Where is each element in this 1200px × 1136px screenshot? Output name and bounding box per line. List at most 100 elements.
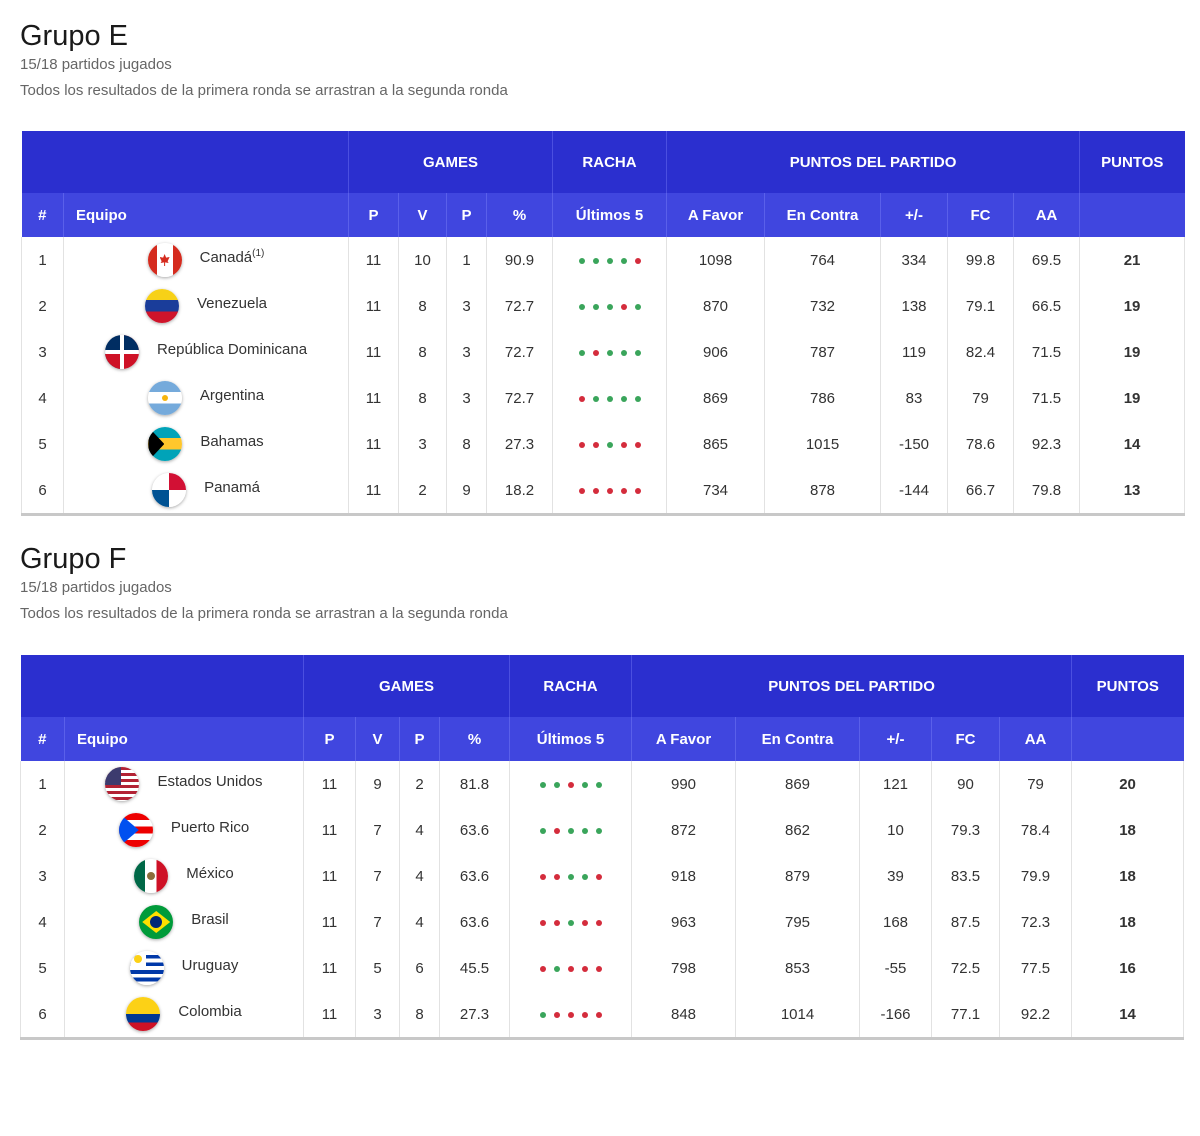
points-against-cell: 869 bbox=[735, 761, 860, 807]
col-points-against[interactable]: En Contra bbox=[735, 717, 860, 761]
team-name[interactable]: República Dominicana bbox=[157, 341, 307, 358]
points-for-cell: 798 bbox=[631, 945, 736, 991]
table-row[interactable]: 4 Brasil 11 7 4 63.6 963 795 168 87.5 72… bbox=[20, 899, 1185, 945]
col-lost[interactable]: P bbox=[446, 193, 487, 237]
loss-dot bbox=[620, 303, 627, 310]
win-dot bbox=[620, 349, 627, 356]
col-percent[interactable]: % bbox=[485, 193, 553, 237]
uruguay-flag-icon bbox=[129, 951, 164, 985]
lost-cell: 9 bbox=[446, 467, 487, 515]
table-row[interactable]: 4 Argentina 11 8 3 72.7 869 786 83 79 71… bbox=[21, 375, 1186, 421]
team-cell[interactable]: Uruguay bbox=[64, 945, 304, 991]
col-points-for[interactable]: A Favor bbox=[631, 717, 736, 761]
group-title: Grupo E bbox=[20, 20, 128, 52]
aa-cell: 79 bbox=[999, 761, 1072, 807]
points-for-cell: 848 bbox=[631, 991, 736, 1039]
table-row[interactable]: 6 Panamá 11 2 9 18.2 734 878 -144 66.7 7… bbox=[21, 467, 1186, 515]
col-fc[interactable]: FC bbox=[947, 193, 1014, 237]
table-row[interactable]: 1 Canadá(1) 11 10 1 90.9 1098 764 334 99… bbox=[21, 237, 1186, 283]
team-name[interactable]: Estados Unidos bbox=[157, 773, 262, 790]
diff-cell: 39 bbox=[859, 853, 932, 899]
loss-dot bbox=[606, 487, 613, 494]
col-rank[interactable]: # bbox=[20, 717, 65, 761]
aa-cell: 71.5 bbox=[1013, 375, 1080, 421]
team-cell[interactable]: República Dominicana bbox=[63, 329, 349, 375]
team-name[interactable]: Brasil bbox=[191, 911, 229, 928]
bahamas-flag-icon bbox=[148, 427, 183, 461]
table-row[interactable]: 2 Puerto Rico 11 7 4 63.6 872 862 10 79.… bbox=[20, 807, 1185, 853]
col-percent[interactable]: % bbox=[438, 717, 510, 761]
col-aa[interactable]: AA bbox=[1013, 193, 1080, 237]
diff-cell: 121 bbox=[859, 761, 932, 807]
lost-cell: 6 bbox=[399, 945, 440, 991]
win-dot bbox=[595, 781, 602, 788]
won-cell: 7 bbox=[355, 899, 400, 945]
played-cell: 11 bbox=[348, 375, 399, 421]
col-diff[interactable]: +/- bbox=[859, 717, 932, 761]
venezuela-flag-icon bbox=[144, 289, 179, 323]
col-aa[interactable]: AA bbox=[999, 717, 1072, 761]
col-lost[interactable]: P bbox=[399, 717, 440, 761]
col-last-5[interactable]: Últimos 5 bbox=[552, 193, 667, 237]
played-cell: 11 bbox=[303, 853, 356, 899]
team-cell[interactable]: Colombia bbox=[64, 991, 304, 1039]
team-cell[interactable]: Argentina bbox=[63, 375, 349, 421]
team-cell[interactable]: Canadá(1) bbox=[63, 237, 349, 283]
col-diff[interactable]: +/- bbox=[880, 193, 948, 237]
fc-cell: 99.8 bbox=[947, 237, 1014, 283]
played-cell: 11 bbox=[303, 899, 356, 945]
lost-cell: 4 bbox=[399, 853, 440, 899]
table-row[interactable]: 6 Colombia 11 3 8 27.3 848 1014 -166 77.… bbox=[20, 991, 1185, 1039]
team-cell[interactable]: Venezuela bbox=[63, 283, 349, 329]
group-f-standings-table: GAMES RACHA PUNTOS DEL PARTIDO PUNTOS # … bbox=[20, 655, 1185, 1040]
col-rank[interactable]: # bbox=[21, 193, 64, 237]
win-dot bbox=[581, 781, 588, 788]
fc-cell: 72.5 bbox=[931, 945, 1000, 991]
win-dot bbox=[578, 257, 585, 264]
col-played[interactable]: P bbox=[348, 193, 399, 237]
team-cell[interactable]: Panamá bbox=[63, 467, 349, 515]
team-cell[interactable]: Bahamas bbox=[63, 421, 349, 467]
table-row[interactable]: 3 México 11 7 4 63.6 918 879 39 83.5 79.… bbox=[20, 853, 1185, 899]
standings-body: 1 Canadá(1) 11 10 1 90.9 1098 764 334 99… bbox=[21, 237, 1186, 515]
team-name[interactable]: Argentina bbox=[200, 387, 264, 404]
fc-cell: 90 bbox=[931, 761, 1000, 807]
col-team[interactable]: Equipo bbox=[63, 193, 349, 237]
team-name[interactable]: Uruguay bbox=[182, 957, 239, 974]
aa-cell: 66.5 bbox=[1013, 283, 1080, 329]
team-name[interactable]: Puerto Rico bbox=[171, 819, 249, 836]
streak-cell bbox=[552, 375, 667, 421]
team-cell[interactable]: Brasil bbox=[64, 899, 304, 945]
col-team[interactable]: Equipo bbox=[64, 717, 304, 761]
col-fc[interactable]: FC bbox=[931, 717, 1000, 761]
team-name[interactable]: Bahamas bbox=[200, 433, 263, 450]
col-played[interactable]: P bbox=[303, 717, 356, 761]
team-cell[interactable]: Puerto Rico bbox=[64, 807, 304, 853]
table-row[interactable]: 2 Venezuela 11 8 3 72.7 870 732 138 79.1… bbox=[21, 283, 1186, 329]
team-name[interactable]: Canadá(1) bbox=[200, 248, 265, 266]
rank-cell: 3 bbox=[21, 329, 64, 375]
lost-cell: 4 bbox=[399, 807, 440, 853]
header-blank bbox=[21, 131, 349, 193]
played-cell: 11 bbox=[303, 761, 356, 807]
team-name[interactable]: México bbox=[186, 865, 234, 882]
win-dot bbox=[567, 873, 574, 880]
table-row[interactable]: 5 Uruguay 11 5 6 45.5 798 853 -55 72.5 7… bbox=[20, 945, 1185, 991]
team-name[interactable]: Colombia bbox=[178, 1003, 241, 1020]
col-last-5[interactable]: Últimos 5 bbox=[509, 717, 632, 761]
team-name[interactable]: Panamá bbox=[204, 479, 260, 496]
col-won[interactable]: V bbox=[355, 717, 400, 761]
table-row[interactable]: 1 Estados Unidos 11 9 2 81.8 990 869 121… bbox=[20, 761, 1185, 807]
table-row[interactable]: 3 República Dominicana 11 8 3 72.7 906 7… bbox=[21, 329, 1186, 375]
team-name[interactable]: Venezuela bbox=[197, 295, 267, 312]
team-cell[interactable]: Estados Unidos bbox=[64, 761, 304, 807]
col-won[interactable]: V bbox=[398, 193, 447, 237]
loss-dot bbox=[595, 873, 602, 880]
points-against-cell: 879 bbox=[735, 853, 860, 899]
team-cell[interactable]: México bbox=[64, 853, 304, 899]
streak-cell bbox=[509, 853, 632, 899]
win-dot bbox=[634, 303, 641, 310]
col-points-against[interactable]: En Contra bbox=[764, 193, 881, 237]
table-row[interactable]: 5 Bahamas 11 3 8 27.3 865 1015 -150 78.6… bbox=[21, 421, 1186, 467]
col-points-for[interactable]: A Favor bbox=[666, 193, 765, 237]
